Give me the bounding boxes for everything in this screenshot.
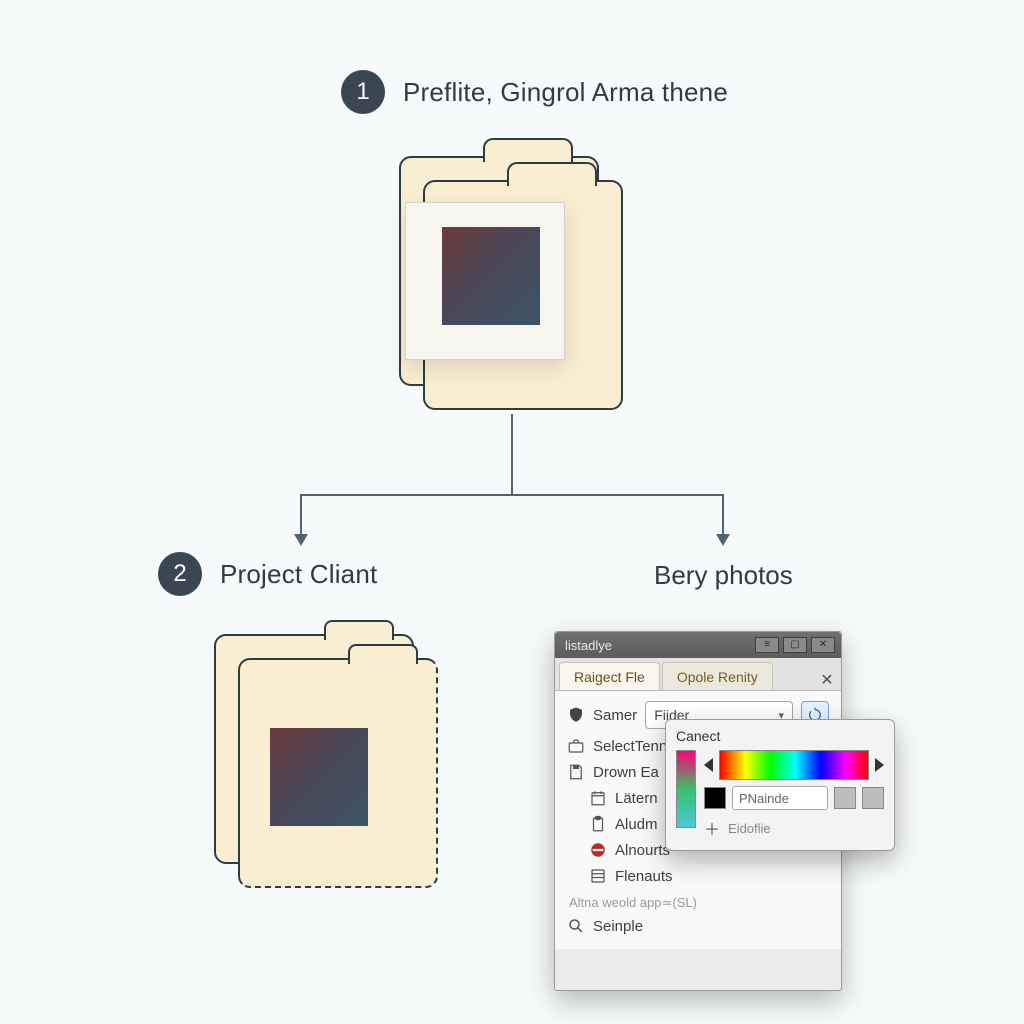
list-icon <box>589 867 607 885</box>
folder-tab-icon <box>507 162 597 186</box>
window-close-button[interactable]: ✕ <box>811 637 835 653</box>
tab-opole-renity[interactable]: Opole Renity <box>662 662 773 690</box>
step-2-title: Project Cliant <box>220 559 377 590</box>
folder-tab-icon <box>324 620 394 640</box>
connector-stem <box>511 414 513 494</box>
folder-tab-icon <box>348 644 418 664</box>
color-add-label: Eidoflie <box>728 821 771 836</box>
connector-right-drop <box>722 494 724 536</box>
folder-left <box>214 634 442 892</box>
list-item-label: Alnourts <box>615 842 670 859</box>
color-add-row[interactable]: ＋ Eidoflie <box>704 816 884 840</box>
clipboard-icon <box>589 815 607 833</box>
step-2-badge: 2 <box>158 552 202 596</box>
shield-icon <box>567 706 585 724</box>
step-1-badge: 1 <box>341 70 385 114</box>
color-picker-popover: Canect PNainde ＋ Eidoflie <box>665 719 895 851</box>
plus-icon: ＋ <box>704 816 720 840</box>
arrow-down-icon <box>294 534 308 546</box>
list-item-label: Drown Ea <box>593 764 659 781</box>
tab-label: Raigect Fle <box>574 669 645 685</box>
folder-top <box>399 156 627 414</box>
hue-prev-button[interactable] <box>704 758 713 772</box>
step-2-number: 2 <box>173 560 186 588</box>
panel-titlebar[interactable]: listadlye ≡ ▢ ✕ <box>555 632 841 658</box>
panel-title: listadlye <box>565 638 612 653</box>
connector-bar <box>300 494 724 496</box>
thumbnail-frame <box>405 202 565 360</box>
window-min-button[interactable]: ▢ <box>783 637 807 653</box>
swatch-row: PNainde <box>704 786 884 810</box>
tab-label: Opole Renity <box>677 669 758 685</box>
tab-raigect-fle[interactable]: Raigect Fle <box>559 662 660 690</box>
list-item-label: Aludm <box>615 816 658 833</box>
list-item-label: Flenauts <box>615 868 673 885</box>
hue-strip[interactable] <box>719 750 869 780</box>
color-swatch-gray[interactable] <box>834 787 856 809</box>
step-1-title: Preflite, Gingrol Arma thene <box>403 77 728 108</box>
search-row[interactable]: Seinple <box>555 913 841 939</box>
tabstrip-close-button[interactable]: ✕ <box>817 670 837 690</box>
color-swatch-gray-2[interactable] <box>862 787 884 809</box>
color-picker-title: Canect <box>676 728 884 744</box>
hue-row <box>704 750 884 780</box>
connector-left-drop <box>300 494 302 536</box>
window-menu-button[interactable]: ≡ <box>755 637 779 653</box>
search-label: Seinple <box>593 918 643 935</box>
save-icon <box>567 763 585 781</box>
step-1-number: 1 <box>356 78 369 106</box>
node-3-title: Bery photos <box>654 560 793 591</box>
color-value-text: PNainde <box>739 791 789 806</box>
list-item-label: Lätern <box>615 790 658 807</box>
briefcase-icon <box>567 737 585 755</box>
search-icon <box>567 917 585 935</box>
field-samer-label: Samer <box>593 707 637 724</box>
color-picker-body: PNainde ＋ Eidoflie <box>676 750 884 840</box>
panel-tabstrip: Raigect Fle Opole Renity ✕ <box>555 658 841 691</box>
color-value-input[interactable]: PNainde <box>732 786 828 810</box>
arrow-down-icon <box>716 534 730 546</box>
list-item-label: SelectTenn <box>593 738 667 755</box>
folder-tab-icon <box>483 138 573 162</box>
thumbnail-swatch <box>442 227 540 325</box>
list-item[interactable]: Flenauts <box>555 863 841 889</box>
step-1-header: 1 Preflite, Gingrol Arma thene <box>341 70 728 114</box>
no-entry-icon <box>589 841 607 859</box>
window-buttons: ≡ ▢ ✕ <box>755 637 835 653</box>
saturation-column[interactable] <box>676 750 696 828</box>
thumbnail-swatch <box>270 728 368 826</box>
panel-hint: Altna weold app≃(SL) <box>555 889 841 913</box>
step-2-header: 2 Project Cliant <box>158 552 377 596</box>
calendar-icon <box>589 789 607 807</box>
hue-next-button[interactable] <box>875 758 884 772</box>
color-swatch-black[interactable] <box>704 787 726 809</box>
